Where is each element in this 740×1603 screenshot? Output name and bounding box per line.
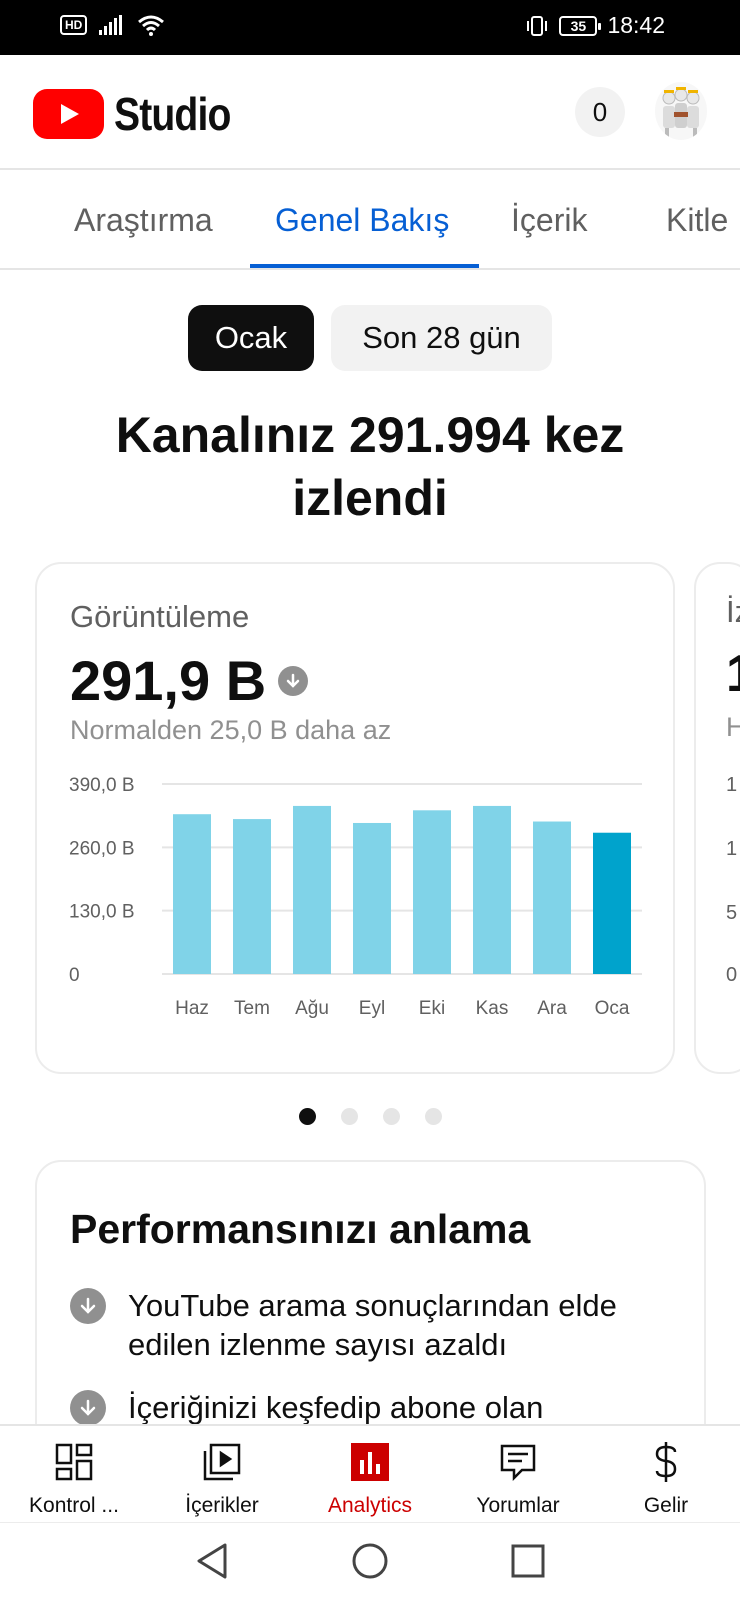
performance-item-text: YouTube arama sonuçlarından elde edilen … <box>128 1288 617 1362</box>
nav-label: Yorumlar <box>476 1494 560 1517</box>
chart-bar-Haz[interactable] <box>173 814 211 974</box>
analytics-icon <box>296 1438 444 1486</box>
content-icon <box>148 1438 296 1486</box>
avatar[interactable] <box>655 82 707 140</box>
x-tick-label: Eki <box>419 998 445 1019</box>
y-tick-label: 260,0 B <box>69 838 135 859</box>
pager-dot[interactable] <box>382 1108 400 1125</box>
x-tick-label: Tem <box>234 998 270 1019</box>
dashboard-icon <box>0 1438 148 1486</box>
system-navigation-bar <box>0 1522 740 1603</box>
battery-indicator: 35 <box>559 15 602 36</box>
peek-sub: H <box>726 712 740 743</box>
analytics-tabs: Araştırma Genel Bakış İçerik Kitle <box>0 172 740 270</box>
x-tick-label: Ara <box>537 998 567 1019</box>
peek-tick: 1 <box>726 774 738 796</box>
nav-label: Kontrol ... <box>29 1494 119 1517</box>
pager-dot[interactable] <box>298 1108 316 1125</box>
nav-revenue[interactable]: Gelir <box>592 1438 740 1518</box>
status-time: 18:42 <box>607 12 665 38</box>
tab-icerik[interactable]: İçerik <box>511 202 587 239</box>
chart-bar-Eki[interactable] <box>413 810 451 974</box>
x-tick-label: Oca <box>595 998 630 1019</box>
y-tick-label: 130,0 B <box>69 902 135 923</box>
peek-tick: 5 <box>726 902 738 924</box>
page-title: Kanalınız 291.994 kez izlendi <box>115 407 625 526</box>
performance-item-text: İçeriğinizi keşfedip abone olan <box>128 1390 544 1425</box>
views-metric-card[interactable]: Görüntüleme 291,9 B Normalden 25,0 B dah… <box>35 562 675 1074</box>
chart-bar-Tem[interactable] <box>233 819 271 974</box>
bottom-navigation: Kontrol ... İçerikler Analytics Yorumlar <box>0 1424 740 1522</box>
status-bar: HD 35 18:42 <box>0 0 740 55</box>
performance-item[interactable]: İçeriğinizi keşfedip abone olan <box>70 1388 678 1427</box>
arrow-down-icon <box>70 1288 106 1324</box>
app-header: Studio 0 <box>0 55 740 170</box>
x-tick-label: Eyl <box>359 998 385 1019</box>
nav-dashboard[interactable]: Kontrol ... <box>0 1438 148 1518</box>
period-chip-selected[interactable]: Ocak <box>188 305 314 371</box>
tab-genel-bakis[interactable]: Genel Bakış <box>275 202 449 239</box>
chart-bar-Ağu[interactable] <box>293 805 331 974</box>
dollar-icon <box>592 1438 740 1486</box>
home-icon[interactable] <box>350 1541 390 1581</box>
x-tick-label: Ağu <box>295 998 329 1019</box>
peek-value: 1 <box>726 644 740 704</box>
notification-count-button[interactable]: 0 <box>575 87 625 137</box>
period-chip-last-28-days[interactable]: Son 28 gün <box>331 305 552 371</box>
y-tick-label: 390,0 B <box>69 775 135 796</box>
vibrate-icon <box>527 15 548 36</box>
peek-tick: 0 <box>726 964 738 986</box>
performance-title: Performansınızı anlama <box>70 1206 531 1252</box>
logo-text: Studio <box>114 88 231 140</box>
nav-label: İçerikler <box>185 1494 259 1517</box>
nav-label: Gelir <box>643 1494 689 1517</box>
y-tick-label: 0 <box>69 965 80 986</box>
peek-tick: 1 <box>726 838 738 860</box>
hd-network-badge: HD <box>60 15 88 35</box>
youtube-studio-logo[interactable]: Studio <box>33 87 251 141</box>
views-bar-chart: 0 130,0 B 260,0 B 390,0 B Haz Tem Ağu Eyl Eki Kas… <box>69 775 642 1019</box>
pager-dot[interactable] <box>424 1108 442 1125</box>
wifi-icon <box>138 15 165 36</box>
nav-content[interactable]: İçerikler <box>148 1438 296 1518</box>
chart-bar-Kas[interactable] <box>473 805 511 974</box>
peek-label: İz <box>726 594 740 629</box>
carousel-pager <box>0 1108 740 1125</box>
performance-item[interactable]: YouTube arama sonuçlarından elde edilen … <box>70 1286 678 1364</box>
chart-bar-Ara[interactable] <box>533 821 571 974</box>
pager-dot[interactable] <box>340 1108 358 1125</box>
comments-icon <box>444 1438 592 1486</box>
x-tick-label: Haz <box>175 998 209 1019</box>
active-tab-indicator <box>250 264 479 268</box>
next-metric-card[interactable]: İz 1 H 1 1 5 0 <box>694 562 740 1074</box>
youtube-play-icon <box>33 89 104 139</box>
nav-comments[interactable]: Yorumlar <box>444 1438 592 1518</box>
nav-label: Analytics <box>327 1494 413 1517</box>
x-tick-label: Kas <box>476 998 509 1019</box>
tab-kitle[interactable]: Kitle <box>666 202 728 239</box>
chart-bar-Eyl[interactable] <box>353 822 391 974</box>
arrow-down-icon <box>70 1390 106 1426</box>
tab-arastirma[interactable]: Araştırma <box>74 202 213 239</box>
recents-icon[interactable] <box>508 1541 548 1581</box>
signal-icon <box>99 15 123 35</box>
back-icon[interactable] <box>193 1541 233 1581</box>
nav-analytics[interactable]: Analytics <box>296 1438 444 1518</box>
chart-bar-Oca[interactable] <box>593 832 631 974</box>
